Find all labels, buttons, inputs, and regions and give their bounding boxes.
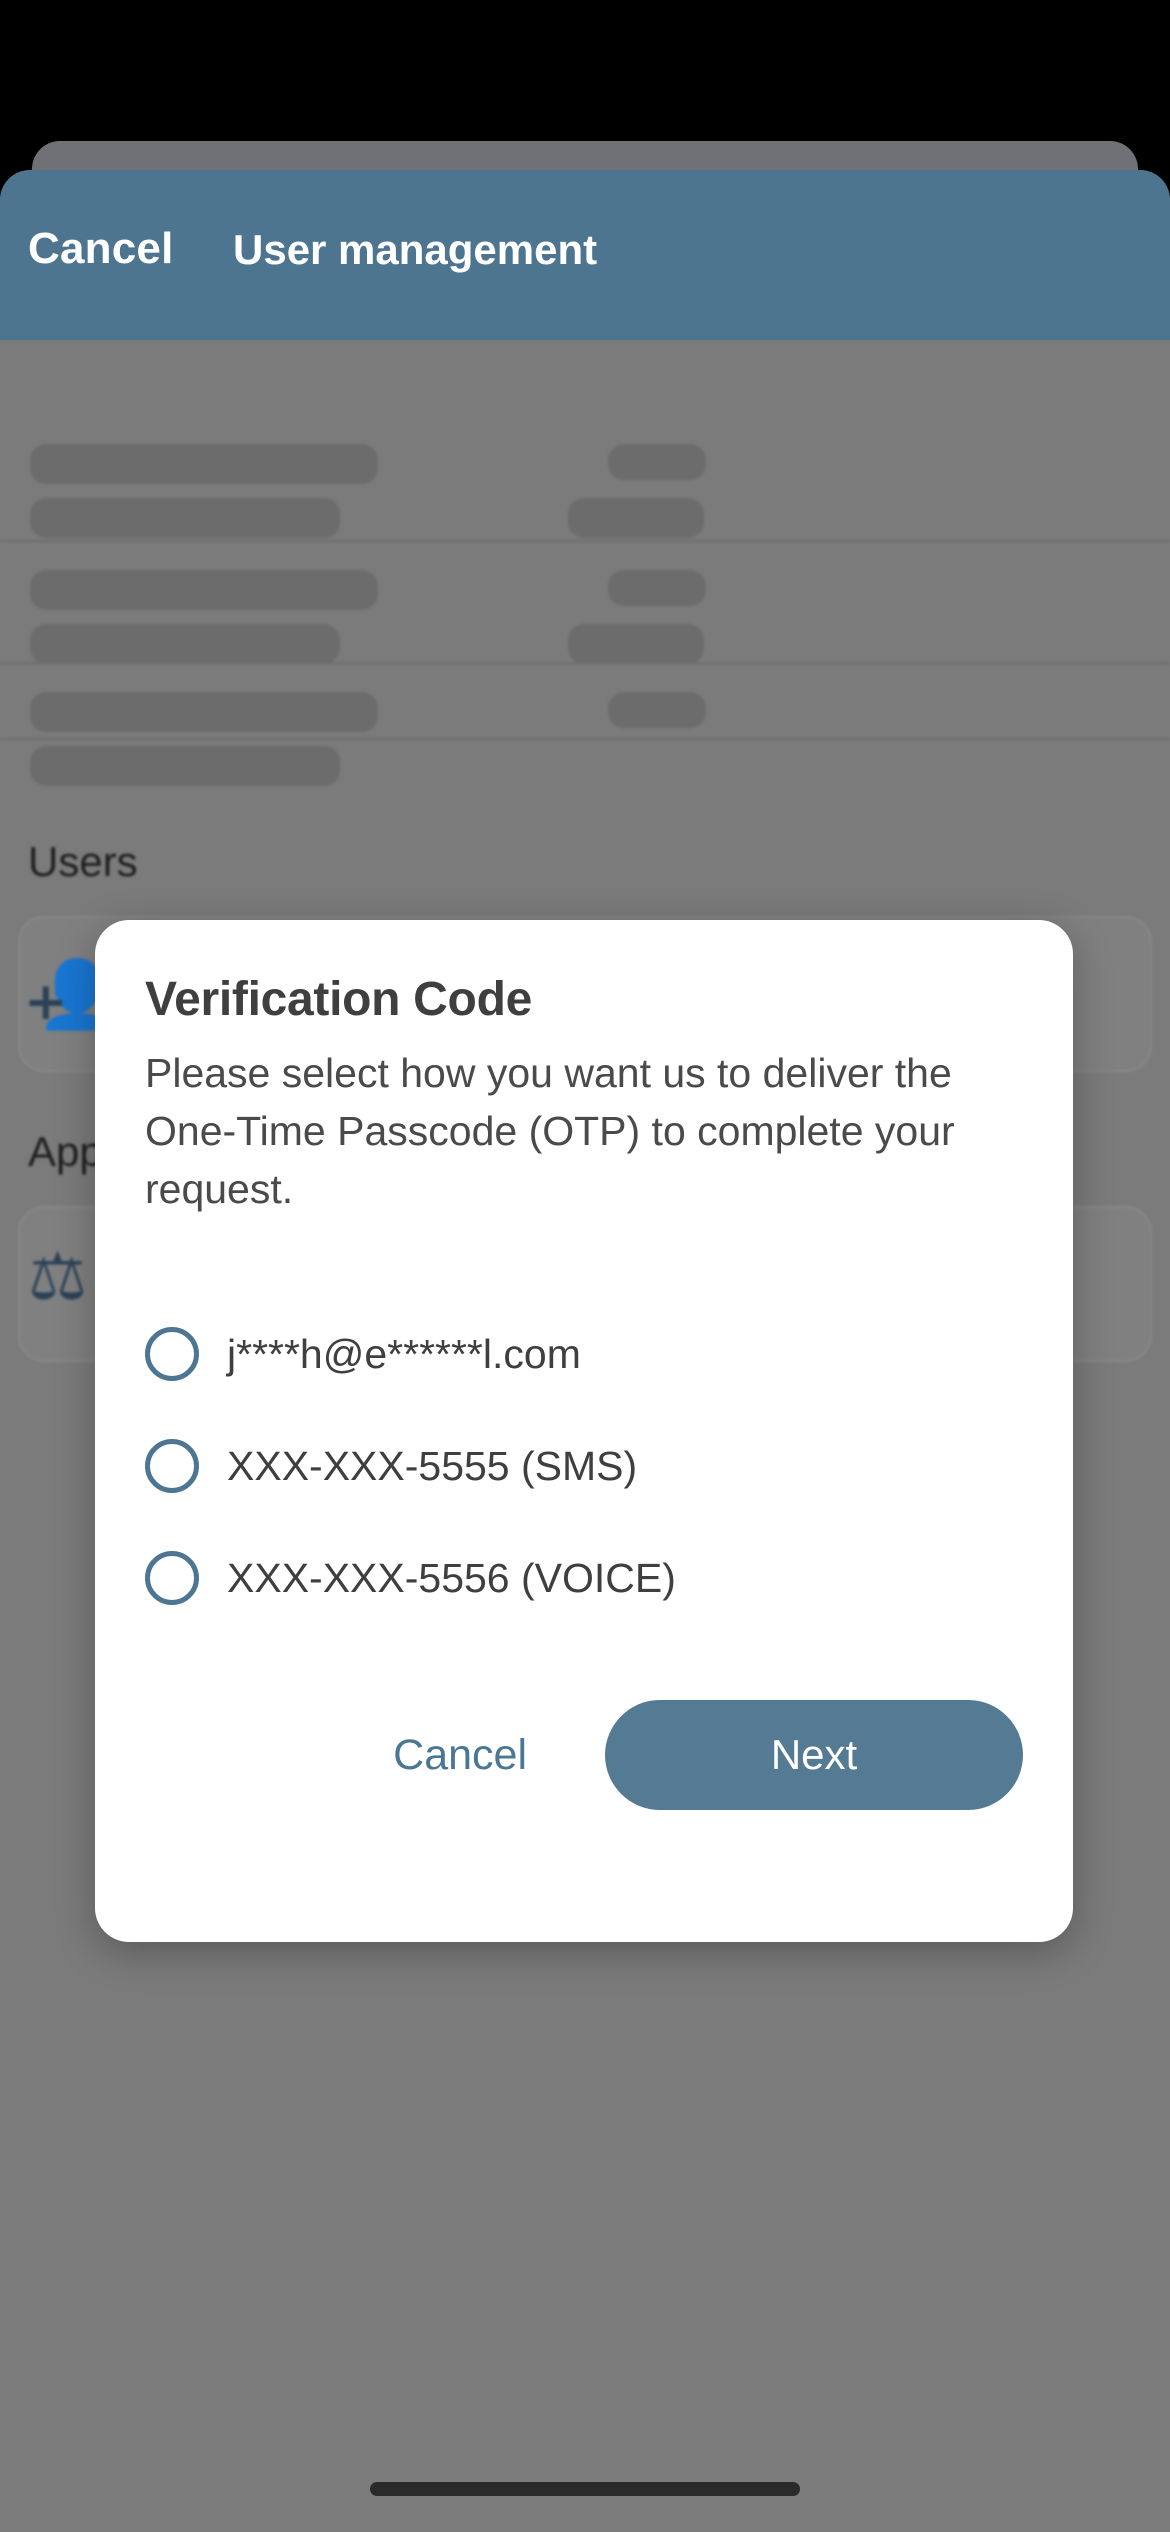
otp-option-email[interactable]: j****h@e******l.com	[145, 1298, 1035, 1410]
radio-icon[interactable]	[145, 1439, 199, 1493]
otp-option-label: j****h@e******l.com	[227, 1330, 581, 1377]
section-label-users: Users	[28, 838, 138, 885]
dialog-body: Please select how you want us to deliver…	[145, 1050, 955, 1213]
divider	[0, 738, 1170, 740]
dialog-cancel-button[interactable]: Cancel	[359, 1713, 561, 1798]
dialog-actions: Cancel Next	[95, 1680, 1073, 1830]
nav-cancel-button[interactable]: Cancel	[28, 224, 174, 274]
radio-icon[interactable]	[145, 1551, 199, 1605]
otp-option-label: XXX-XXX-5555 (SMS)	[227, 1442, 638, 1489]
stamp-icon: ⚖	[28, 1238, 88, 1315]
skeleton-bar	[30, 624, 340, 664]
navigation-bar: Cancel User management	[0, 170, 1170, 340]
skeleton-bar	[30, 746, 340, 786]
skeleton-bar	[30, 692, 378, 732]
skeleton-bar	[608, 444, 706, 480]
radio-icon[interactable]	[145, 1327, 199, 1381]
dialog-next-button[interactable]: Next	[605, 1700, 1023, 1810]
otp-option-label: XXX-XXX-5556 (VOICE)	[227, 1554, 676, 1601]
home-indicator	[370, 2482, 800, 2496]
dialog-title: Verification Code	[145, 973, 532, 1026]
device-screen: Users 👤 + Approvals ⚖ Cancel User manage…	[0, 0, 1170, 2532]
otp-option-voice[interactable]: XXX-XXX-5556 (VOICE)	[145, 1522, 1035, 1634]
skeleton-bar	[608, 570, 706, 606]
skeleton-bar	[30, 498, 340, 538]
skeleton-bar	[568, 498, 704, 538]
otp-delivery-options: j****h@e******l.com XXX-XXX-5555 (SMS) X…	[145, 1298, 1035, 1634]
skeleton-bar	[30, 570, 378, 610]
skeleton-bar	[608, 692, 706, 728]
plus-icon: +	[24, 972, 68, 1032]
divider	[0, 540, 1170, 542]
skeleton-bar	[30, 444, 378, 484]
verification-code-dialog: Verification Code Please select how you …	[95, 920, 1073, 1942]
skeleton-bar	[568, 624, 704, 664]
otp-option-sms[interactable]: XXX-XXX-5555 (SMS)	[145, 1410, 1035, 1522]
page-title: User management	[233, 226, 598, 273]
